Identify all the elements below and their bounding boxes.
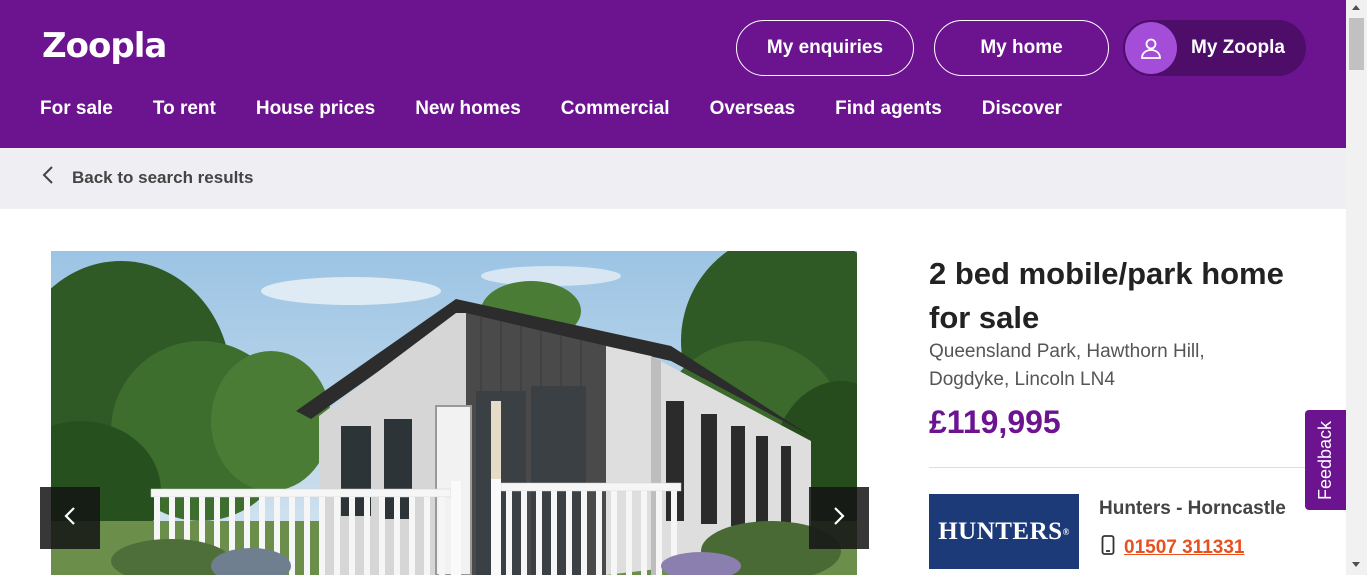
page-scrollbar[interactable] xyxy=(1346,0,1367,575)
property-photo xyxy=(51,251,857,575)
nav-commercial[interactable]: Commercial xyxy=(561,98,670,120)
back-label: Back to search results xyxy=(72,167,254,187)
listing-price: £119,995 xyxy=(929,404,1061,440)
nav-for-sale[interactable]: For sale xyxy=(40,98,113,120)
user-icon xyxy=(1125,22,1177,74)
chevron-left-icon xyxy=(63,505,77,532)
feedback-label: Feedback xyxy=(1315,420,1335,500)
nav-house-prices[interactable]: House prices xyxy=(256,98,375,120)
agent-name[interactable]: Hunters - Horncastle xyxy=(1099,498,1286,520)
scroll-down-icon[interactable] xyxy=(1352,562,1360,567)
scrollbar-thumb[interactable] xyxy=(1349,18,1364,70)
nav-find-agents[interactable]: Find agents xyxy=(835,98,942,120)
divider xyxy=(929,467,1305,468)
listing-address: Queensland Park, Hawthorn Hill, Dogdyke,… xyxy=(929,341,1205,390)
main-nav: For sale To rent House prices New homes … xyxy=(40,98,1062,120)
chevron-left-icon xyxy=(42,165,54,190)
nav-to-rent[interactable]: To rent xyxy=(153,98,216,120)
agent-logo-mark: ® xyxy=(1062,526,1070,537)
feedback-tab[interactable]: Feedback xyxy=(1305,410,1346,510)
listing-title: 2 bed mobile/park home for sale xyxy=(929,256,1284,335)
next-photo-button[interactable] xyxy=(809,487,869,549)
nav-discover[interactable]: Discover xyxy=(982,98,1062,120)
zoopla-logo[interactable]: Zoopla xyxy=(42,26,167,66)
nav-overseas[interactable]: Overseas xyxy=(710,98,796,120)
site-header: Zoopla My enquiries My home My Zoopla Fo… xyxy=(0,0,1346,148)
agent-phone: 01507 311331 xyxy=(1101,535,1244,560)
photo-gallery[interactable] xyxy=(40,251,869,575)
agent-logo[interactable]: HUNTERS ® xyxy=(929,494,1079,569)
agent-logo-text: HUNTERS xyxy=(938,517,1063,545)
my-zoopla-label: My Zoopla xyxy=(1191,37,1285,58)
my-zoopla-button[interactable]: My Zoopla xyxy=(1123,20,1306,76)
my-home-button[interactable]: My home xyxy=(934,20,1109,76)
nav-new-homes[interactable]: New homes xyxy=(415,98,521,120)
mobile-phone-icon xyxy=(1101,535,1115,560)
back-to-results-link[interactable]: Back to search results xyxy=(42,165,253,190)
scroll-up-icon[interactable] xyxy=(1352,5,1360,10)
agent-phone-link[interactable]: 01507 311331 xyxy=(1124,537,1244,559)
previous-photo-button[interactable] xyxy=(40,487,100,549)
chevron-right-icon xyxy=(832,505,846,532)
my-enquiries-button[interactable]: My enquiries xyxy=(736,20,914,76)
